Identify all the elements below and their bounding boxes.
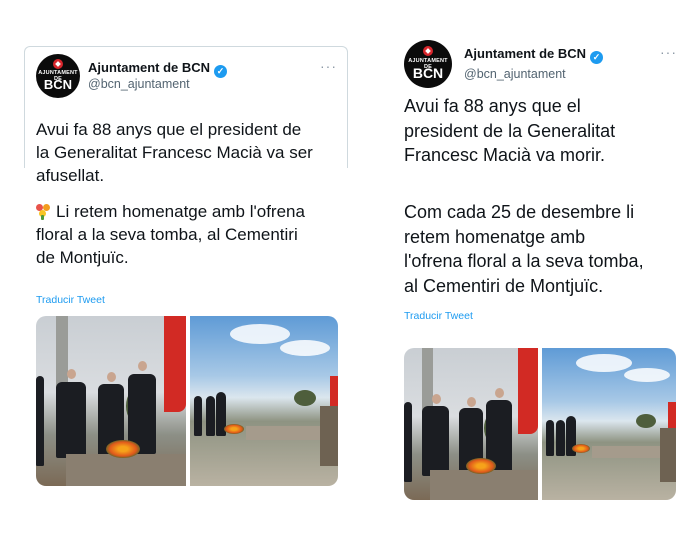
tweet-text-paragraph-1: Avui fa 88 anys que el president de la G… — [36, 118, 313, 187]
tweet-text-paragraph-2: Li retem homenatge amb l'ofrena floral a… — [36, 200, 305, 269]
verified-badge-icon: ✓ — [214, 65, 228, 78]
tweet-right: AJUNTAMENT DE BCN Ajuntament de BCN ✓ @bc… — [394, 36, 680, 506]
tweet-text-line: floral a la seva tomba, al Cementiri — [36, 225, 298, 244]
city-seal-icon — [53, 59, 63, 69]
tweet-text-line: Francesc Macià va morir. — [404, 145, 606, 165]
avatar[interactable]: AJUNTAMENT DE BCN — [36, 54, 80, 98]
tweet-text-line: retem homenatge amb — [404, 226, 586, 247]
author-name[interactable]: Ajuntament de BCN ✓ — [88, 60, 228, 78]
verified-badge-icon: ✓ — [590, 51, 604, 64]
more-options-icon[interactable]: ··· — [660, 44, 677, 60]
author-name-text: Ajuntament de BCN — [464, 46, 587, 61]
ceremony-photo-1[interactable] — [36, 316, 186, 486]
translate-tweet-link[interactable]: Traducir Tweet — [36, 294, 105, 306]
avatar-big-text: BCN — [43, 77, 73, 92]
avatar[interactable]: AJUNTAMENT DE BCN — [404, 40, 452, 88]
flower-bouquet-icon — [36, 204, 50, 220]
tweet-text-line: l'ofrena floral a la seva tomba, — [404, 251, 644, 271]
tweet-text-line-content: Li retem homenatge amb l'ofrena — [56, 202, 305, 221]
tweet-text-line: de Montjuïc. — [36, 248, 129, 267]
tweet-media[interactable] — [404, 348, 676, 500]
ceremony-photo-2[interactable] — [190, 316, 338, 486]
tweet-text-line: la Generalitat Francesc Macià va ser — [36, 143, 313, 162]
avatar-big-text: BCN — [412, 65, 444, 81]
tweet-text-paragraph-2: Com cada 25 de desembre li retem homenat… — [404, 200, 644, 298]
ceremony-photo-2[interactable] — [542, 348, 676, 500]
author-handle[interactable]: @bcn_ajuntament — [88, 77, 190, 91]
city-seal-icon — [423, 46, 433, 56]
author-name-text: Ajuntament de BCN — [88, 60, 211, 75]
author-handle[interactable]: @bcn_ajuntament — [464, 67, 566, 81]
more-options-icon[interactable]: ··· — [320, 58, 337, 74]
tweet-text-line: Avui fa 88 anys que el — [404, 96, 581, 116]
tweet-media[interactable] — [36, 316, 338, 486]
tweet-text-line: Avui fa 88 anys que el president de — [36, 120, 302, 139]
tweet-text-line: president de la Generalitat — [404, 120, 616, 141]
tweet-text-line: Com cada 25 de desembre li — [404, 202, 635, 222]
translate-tweet-link[interactable]: Traducir Tweet — [404, 310, 473, 322]
author-name[interactable]: Ajuntament de BCN ✓ — [464, 46, 604, 64]
tweet-text-line: Li retem homenatge amb l'ofrena — [36, 200, 305, 223]
tweet-left: AJUNTAMENT DE BCN Ajuntament de BCN ✓ @bc… — [24, 46, 348, 496]
tweet-text-paragraph-1: Avui fa 88 anys que el president de la G… — [404, 94, 615, 168]
tweet-text-line: al Cementiri de Montjuïc. — [404, 275, 604, 296]
tweet-text-line: afusellat. — [36, 166, 105, 185]
ceremony-photo-1[interactable] — [404, 348, 538, 500]
